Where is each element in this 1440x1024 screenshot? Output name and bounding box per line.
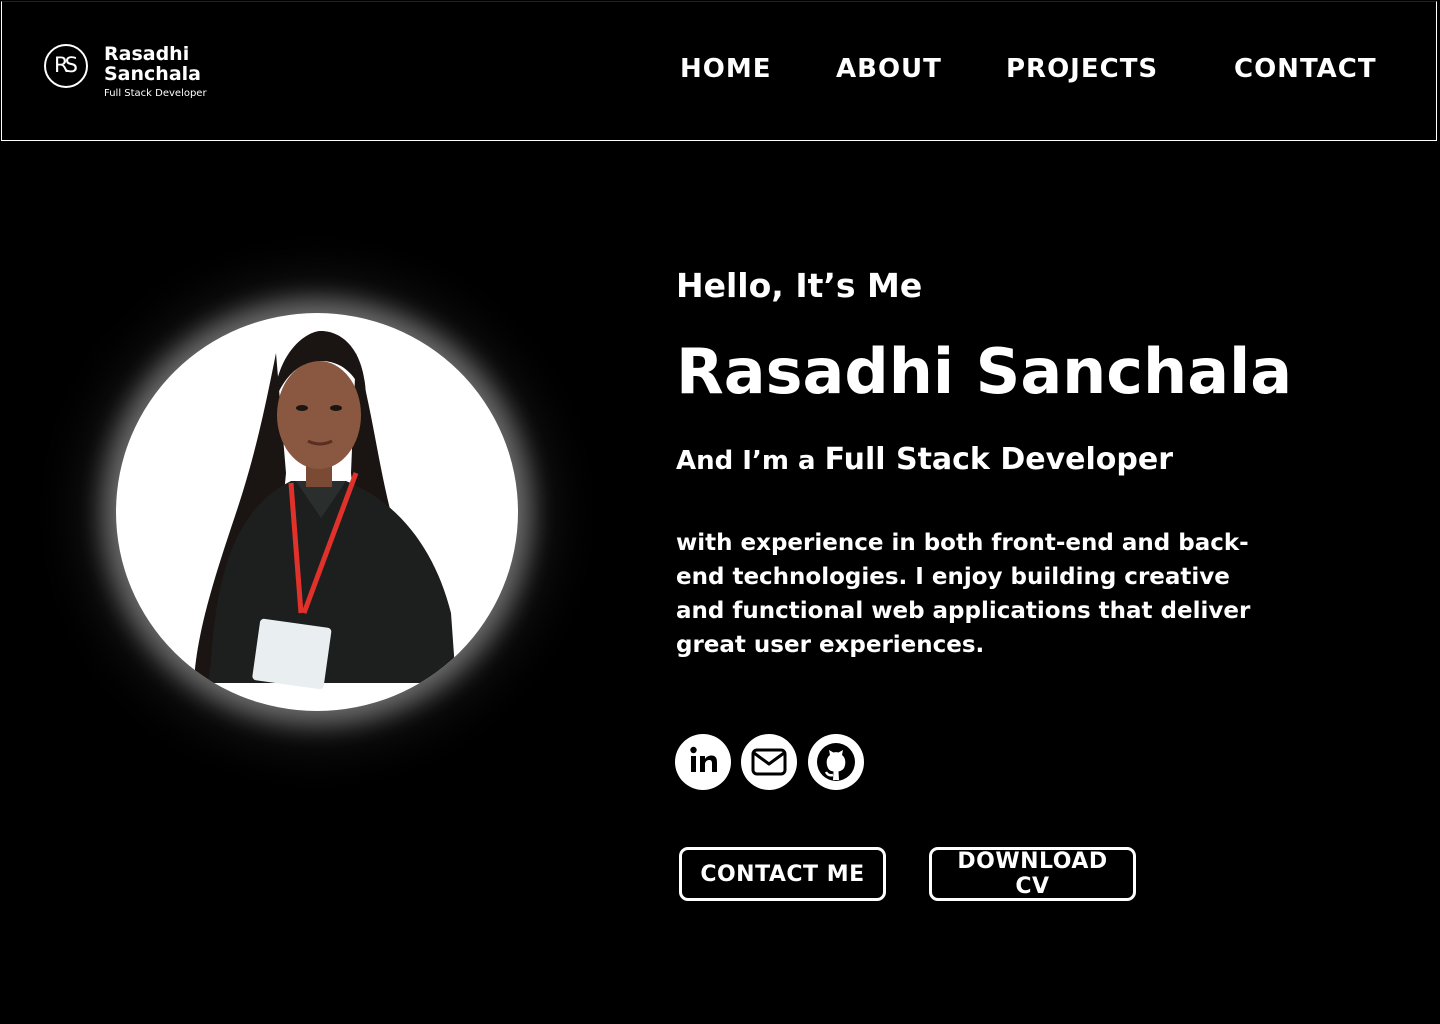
hero-name: Rasadhi Sanchala [676, 335, 1293, 408]
role-title: Full Stack Developer [824, 442, 1173, 477]
linkedin-link[interactable] [675, 734, 731, 790]
logo-name: Rasadhi Sanchala [104, 43, 201, 85]
email-link[interactable] [741, 734, 797, 790]
nav-home[interactable]: HOME [680, 54, 772, 84]
nav-about[interactable]: ABOUT [836, 54, 942, 84]
logo-monogram: RS [44, 44, 88, 88]
nav-projects[interactable]: PROJECTS [1006, 54, 1158, 84]
github-link[interactable] [808, 734, 864, 790]
linkedin-icon [690, 746, 717, 772]
nav-contact[interactable]: CONTACT [1234, 54, 1377, 84]
profile-photo [116, 313, 518, 711]
github-icon [817, 743, 855, 781]
site-header: RS Rasadhi Sanchala Full Stack Developer… [1, 1, 1437, 141]
hero-description: with experience in both front-end and ba… [676, 530, 1251, 658]
site-logo[interactable]: RS Rasadhi Sanchala Full Stack Developer [44, 44, 214, 104]
download-cv-button[interactable]: DOWNLOAD CV [929, 847, 1136, 901]
role-prefix: And I’m a [676, 446, 825, 476]
hero-greeting: Hello, It’s Me [676, 266, 923, 305]
contact-me-button[interactable]: CONTACT ME [679, 847, 886, 901]
hero-role: And I’m a Full Stack Developer [676, 442, 1173, 477]
mail-icon [751, 748, 787, 776]
profile-portrait-illustration [194, 331, 456, 690]
logo-subtitle: Full Stack Developer [104, 88, 207, 99]
